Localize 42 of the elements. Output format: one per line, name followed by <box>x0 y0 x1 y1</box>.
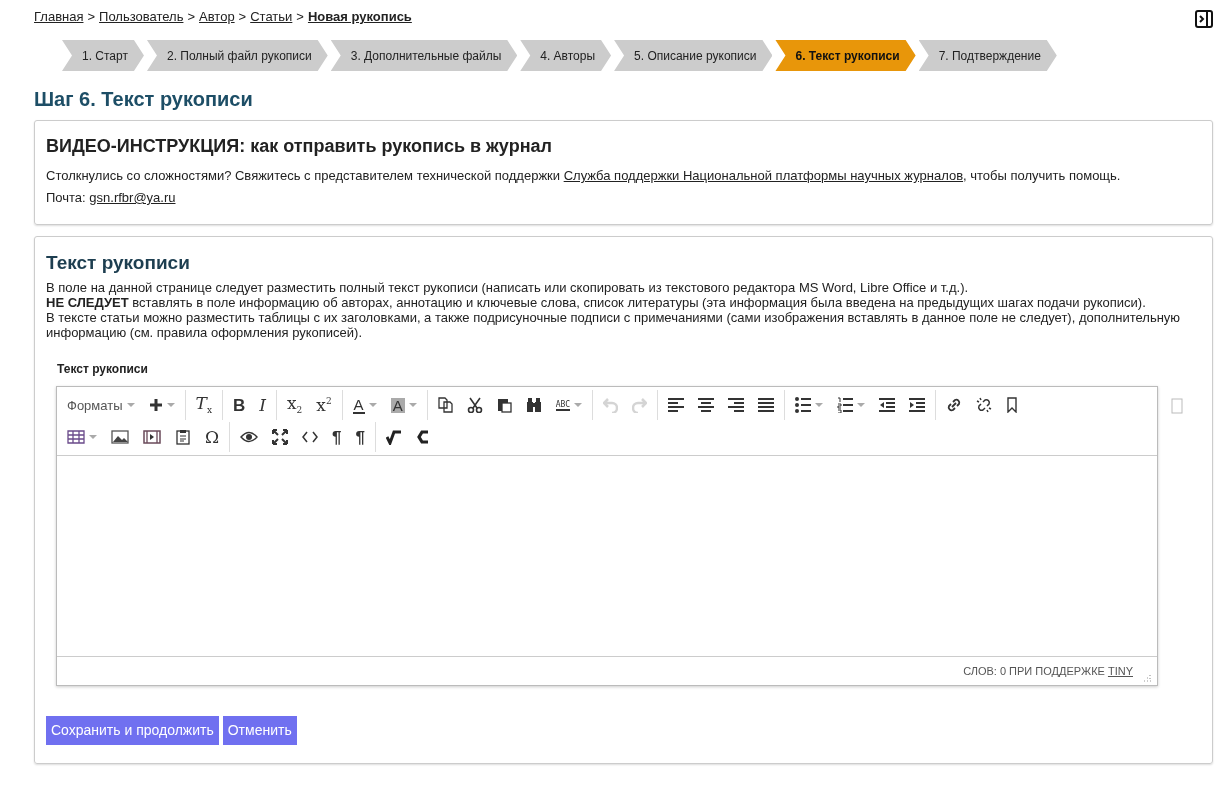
instruction-text: В тексте статьи можно разместить таблицы с их заголовками, а также подрисуночные подписи с примечаниями (сами изображения вставлять в данное поле не следует), дополнительную информацию (см. правила оформления рукописей). <box>46 310 1182 340</box>
wizard-step[interactable]: 2. Полный файл рукописи <box>146 40 328 71</box>
wizard-step[interactable]: 1. Старт <box>62 40 144 71</box>
format-button[interactable]: x$_{2}$ <box>279 391 310 419</box>
background-color-button[interactable]: A <box>383 391 424 419</box>
powered-by-link[interactable]: TINY <box>1107 665 1133 677</box>
cancel-button[interactable]: Отменить <box>222 716 297 745</box>
field-label: Текст рукописи <box>57 362 149 376</box>
format-button[interactable]: B <box>225 391 253 419</box>
spellcheck-button[interactable]: ABC <box>548 391 590 419</box>
save-button[interactable]: Сохранить и продолжить <box>46 716 219 745</box>
breadcrumb-link[interactable]: Автор <box>199 9 235 24</box>
text-color-button[interactable]: A <box>345 391 384 419</box>
breadcrumb-separator: > <box>187 9 196 24</box>
wizard-step[interactable]: 3. Дополнительные файлы <box>330 40 518 71</box>
email-link[interactable]: gsn.rfbr@ya.ru <box>89 190 176 205</box>
breadcrumb-separator: > <box>296 9 304 24</box>
format-button[interactable]: Ω <box>198 423 227 451</box>
card-title: ВИДЕО-ИНСТРУКЦИЯ: как отправить рукопись в журнал <box>46 136 553 157</box>
formats-dropdown[interactable]: Форматы <box>60 391 142 419</box>
instruction-text: НЕ СЛЕДУЕТ вставлять в поле информацию об авторах, аннотацию и ключевые слова, список литературы (эта информация была введена на предыдущих шагах подачи рукописи). <box>46 295 1147 310</box>
instruction-text: В поле на данной странице следует разместить полный текст рукописи (написать или скопировать из текстового редактора MS Word, Libre Office и т.д.). <box>46 280 970 295</box>
word-count-text: СЛОВ: 0 ПРИ ПОДДЕРЖКЕ TINY <box>963 665 1133 677</box>
card-title: Текст рукописи <box>46 252 191 274</box>
wizard-step[interactable]: 4. Авторы <box>520 40 612 71</box>
help-text: Столкнулись со сложностями? Свяжитесь с представителем технической поддержки Служба поддержки Национальной платформы научных журналов, чтобы получить помощь. <box>46 167 1122 184</box>
wizard-step[interactable]: 5. Описание рукописи <box>614 40 773 71</box>
breadcrumb-link[interactable]: Пользователь <box>99 9 184 24</box>
format-button[interactable]: ¶ <box>348 423 373 451</box>
breadcrumb-link[interactable]: Новая рукопись <box>307 9 412 24</box>
breadcrumb-separator: > <box>87 9 96 24</box>
wizard-step[interactable]: 7. Подтверждение <box>918 40 1057 71</box>
wizard-step[interactable]: 6. Текст рукописи <box>775 40 916 71</box>
page-title: Шаг 6. Текст рукописи <box>34 88 254 111</box>
format-button[interactable]: I <box>252 391 273 419</box>
format-button[interactable]: ¶ <box>325 423 349 451</box>
format-button[interactable]: x$^{2}$ <box>309 391 339 419</box>
breadcrumb-link[interactable]: Статьи <box>250 9 293 24</box>
format-button[interactable]: T$_{x}$ <box>188 391 219 419</box>
breadcrumb-separator: > <box>238 9 247 24</box>
breadcrumb-link[interactable]: Главная <box>34 9 84 24</box>
email-line: Почта: gsn.rfbr@ya.ru <box>46 189 177 206</box>
